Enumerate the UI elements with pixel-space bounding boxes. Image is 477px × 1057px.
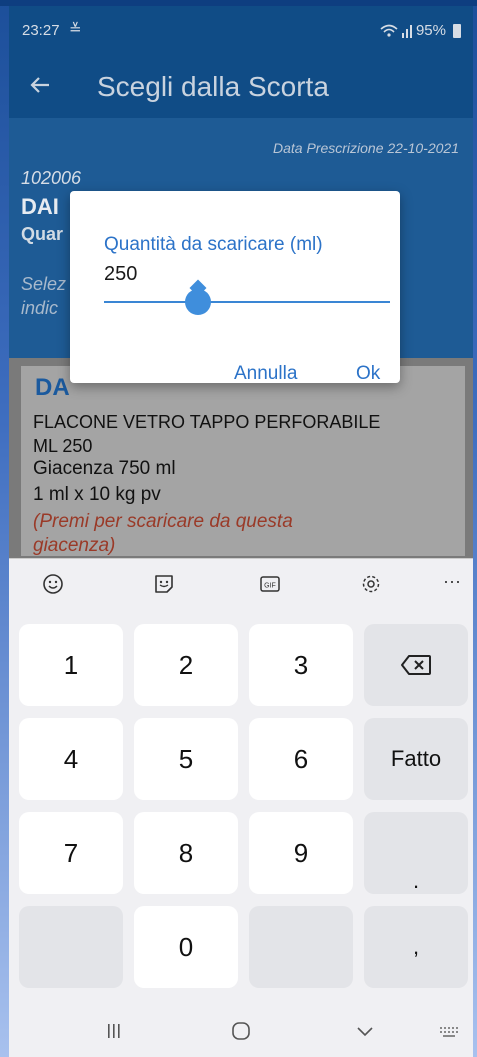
dialog-value: 250 bbox=[104, 263, 138, 285]
key-8[interactable]: 8 bbox=[134, 812, 238, 894]
key-7[interactable]: 7 bbox=[19, 812, 123, 894]
stock-card-stock: Giacenza 750 ml bbox=[33, 458, 176, 479]
page-title: Scegli dalla Scorta bbox=[97, 71, 329, 102]
drug-name: DAI bbox=[21, 194, 59, 219]
quantity-label: Quar bbox=[21, 224, 64, 244]
backspace-key[interactable] bbox=[364, 624, 468, 706]
backdrop-right bbox=[473, 0, 477, 1057]
stock-card-hint-line1: (Premi per scaricare da questa bbox=[33, 511, 293, 532]
key-9[interactable]: 9 bbox=[249, 812, 353, 894]
status-bar: 23:27 ≚ 95% bbox=[9, 6, 473, 54]
download-icon: ≚ bbox=[69, 21, 82, 38]
smiley-icon[interactable] bbox=[42, 573, 64, 595]
stock-list: DA FLACONE VETRO TAPPO PERFORABILE ML 25… bbox=[9, 358, 473, 558]
phone-screen: 23:27 ≚ 95% Scegli dalla Scorta Data Pre… bbox=[9, 6, 473, 1057]
home-icon[interactable] bbox=[231, 1022, 251, 1040]
gif-icon[interactable]: GIF bbox=[259, 573, 281, 595]
key-5[interactable]: 5 bbox=[134, 718, 238, 800]
quantity-slider[interactable] bbox=[104, 301, 390, 303]
stock-card-description: FLACONE VETRO TAPPO PERFORABILE ML 250 bbox=[33, 410, 380, 458]
recents-icon[interactable] bbox=[104, 1022, 124, 1040]
app-bar: Scegli dalla Scorta bbox=[9, 54, 473, 118]
keyboard-toolbar: GIF ··· bbox=[9, 558, 473, 611]
slider-thumb[interactable] bbox=[185, 289, 212, 315]
status-indicators: 95% bbox=[380, 22, 461, 39]
key-3[interactable]: 3 bbox=[249, 624, 353, 706]
done-key[interactable]: Fatto bbox=[364, 718, 468, 800]
numeric-keyboard: 1 2 3 4 5 6 Fatto 7 8 9 . 0 , bbox=[9, 610, 473, 1002]
back-arrow-icon[interactable] bbox=[27, 72, 53, 98]
battery-percent: 95% bbox=[415, 22, 446, 39]
select-hint: Selez indic bbox=[21, 272, 66, 320]
stock-card-hint: (Premi per scaricare da questa giacenza) bbox=[33, 510, 393, 558]
more-icon[interactable]: ··· bbox=[443, 571, 465, 593]
sticker-icon[interactable] bbox=[153, 573, 175, 595]
select-hint-line1: Selez bbox=[21, 274, 67, 294]
system-nav-bar bbox=[9, 1002, 473, 1057]
backdrop-left bbox=[0, 0, 9, 1057]
prescription-date: Data Prescrizione 22-10-2021 bbox=[273, 140, 459, 156]
backspace-icon bbox=[401, 655, 431, 675]
ok-button[interactable]: Ok bbox=[356, 363, 380, 385]
key-1[interactable]: 1 bbox=[19, 624, 123, 706]
battery-icon bbox=[453, 23, 461, 38]
stock-card-title: DA bbox=[35, 374, 70, 401]
drug-code: 102006 bbox=[21, 168, 82, 188]
stock-card[interactable]: DA FLACONE VETRO TAPPO PERFORABILE ML 25… bbox=[21, 366, 465, 556]
stock-card-hint-line2: giacenza) bbox=[33, 535, 116, 556]
select-hint-line2: indic bbox=[21, 298, 59, 318]
stock-card-dose: 1 ml x 10 kg pv bbox=[33, 484, 161, 505]
cancel-button[interactable]: Annulla bbox=[234, 363, 297, 385]
key-4[interactable]: 4 bbox=[19, 718, 123, 800]
blank-key-right bbox=[249, 906, 353, 988]
settings-icon[interactable] bbox=[360, 573, 382, 595]
key-2[interactable]: 2 bbox=[134, 624, 238, 706]
keyboard-switch-icon[interactable] bbox=[439, 1022, 459, 1040]
signal-icon bbox=[401, 24, 412, 38]
status-time: 23:27 bbox=[22, 22, 60, 39]
period-key[interactable]: . bbox=[364, 812, 468, 894]
stock-card-desc-line1: FLACONE VETRO TAPPO PERFORABILE bbox=[33, 412, 381, 432]
comma-key[interactable]: , bbox=[364, 906, 468, 988]
quantity-dialog: Quantità da scaricare (ml) 250 Annulla O… bbox=[70, 191, 400, 385]
hide-keyboard-icon[interactable] bbox=[355, 1022, 375, 1040]
stock-card-desc-line2: ML 250 bbox=[33, 436, 93, 456]
key-0[interactable]: 0 bbox=[134, 906, 238, 988]
gif-label: GIF bbox=[264, 583, 276, 590]
key-6[interactable]: 6 bbox=[249, 718, 353, 800]
wifi-icon bbox=[380, 24, 398, 37]
blank-key-left bbox=[19, 906, 123, 988]
dialog-label: Quantità da scaricare (ml) bbox=[104, 234, 323, 255]
